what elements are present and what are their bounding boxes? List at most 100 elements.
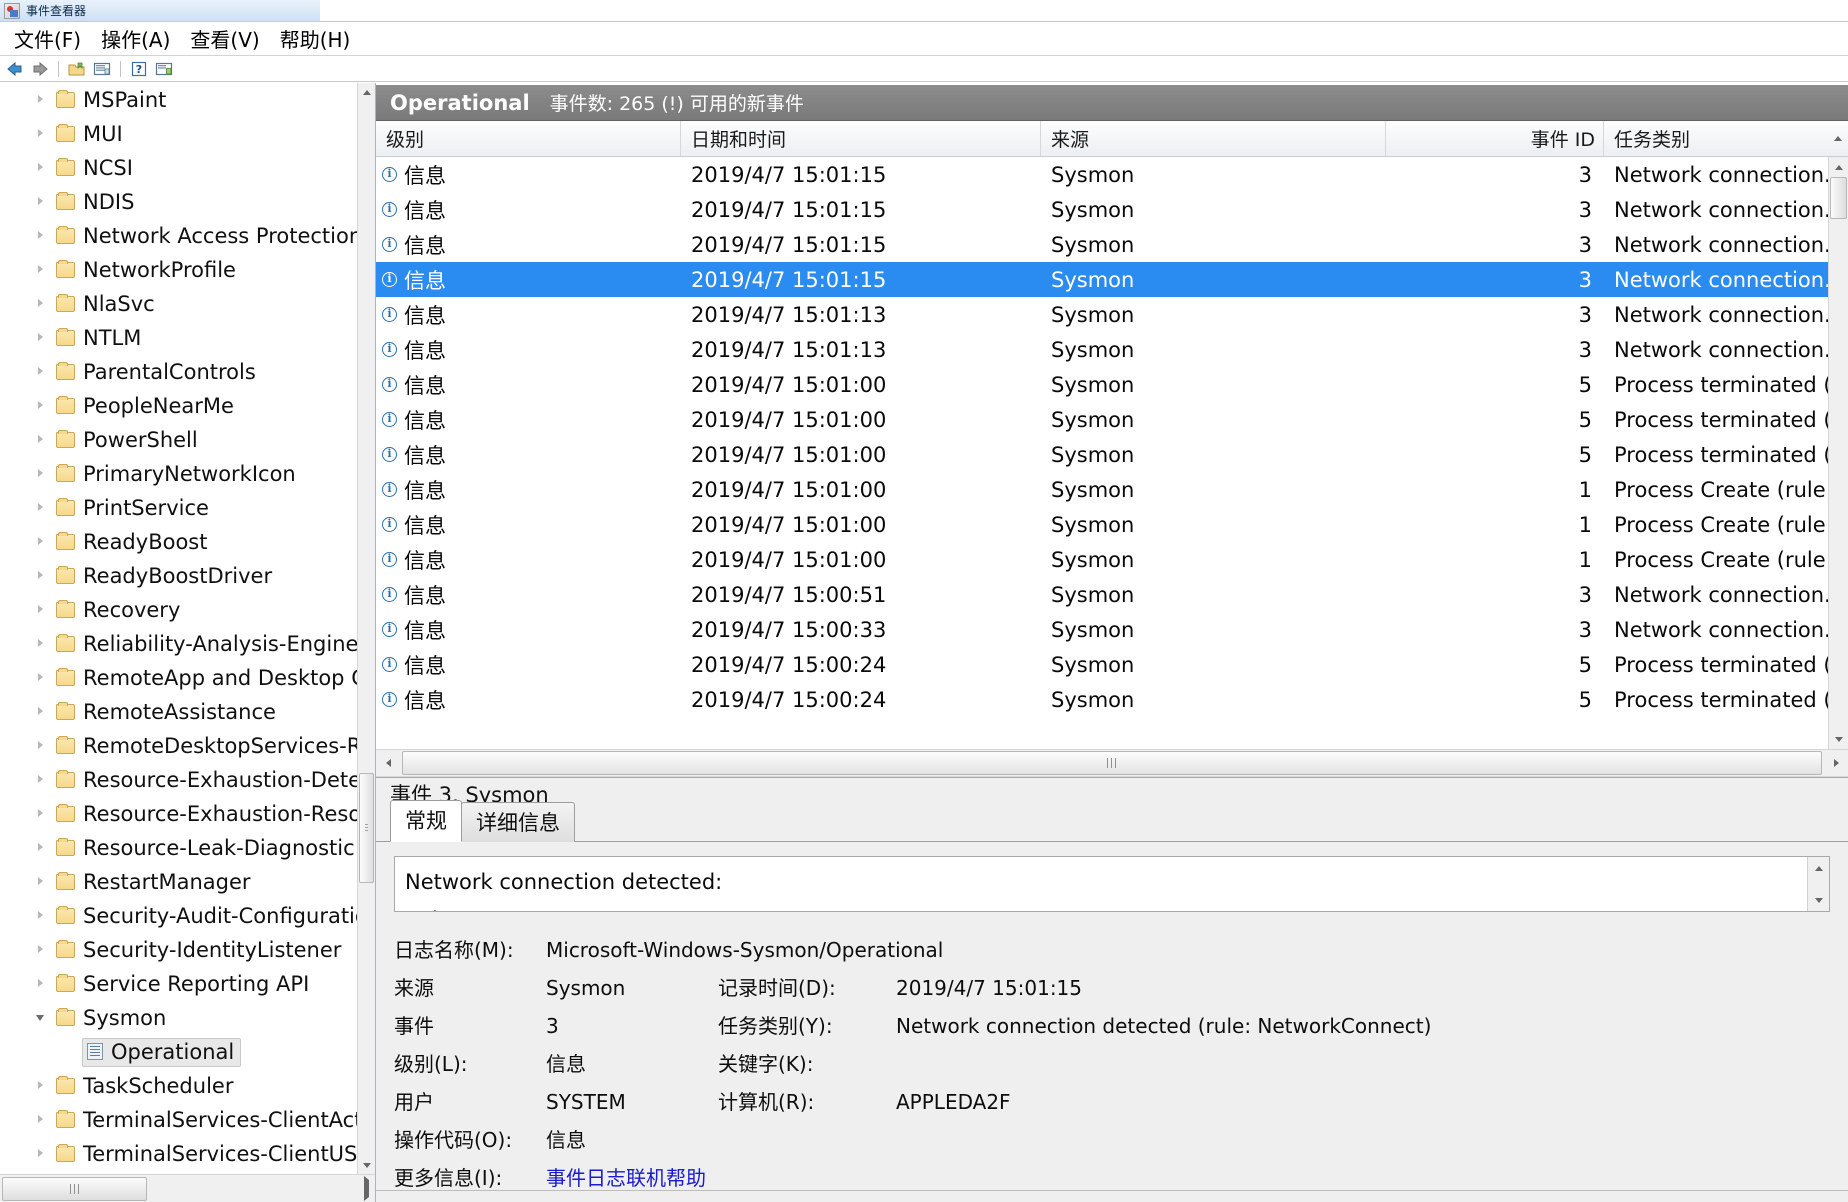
- table-row[interactable]: i 信息 2019/4/7 15:00:24 Sysmon 5 Process termi…: [376, 682, 1828, 717]
- tree-item-powershell[interactable]: PowerShell: [0, 423, 357, 457]
- tree-item-primarynetworkicon[interactable]: PrimaryNetworkIcon: [0, 457, 357, 491]
- chevron-right-icon[interactable]: [34, 976, 50, 992]
- message-scroll-down-button[interactable]: [1808, 889, 1829, 911]
- tree-item-resource-exhaustion-detector[interactable]: Resource-Exhaustion-Detector: [0, 763, 357, 797]
- tree-item-mui[interactable]: MUI: [0, 117, 357, 151]
- table-row[interactable]: i 信息 2019/4/7 15:00:24 Sysmon 5 Process termi…: [376, 647, 1828, 682]
- column-header-level[interactable]: 级别: [376, 121, 681, 156]
- table-row[interactable]: i 信息 2019/4/7 15:01:15 Sysmon 3 Network conne…: [376, 157, 1828, 192]
- menu-view[interactable]: 查看(V): [180, 22, 269, 55]
- chevron-right-icon[interactable]: [34, 1078, 50, 1094]
- chevron-right-icon[interactable]: [34, 126, 50, 142]
- tree-item-taskscheduler[interactable]: TaskScheduler: [0, 1069, 357, 1103]
- chevron-right-icon[interactable]: [34, 432, 50, 448]
- list-scroll-right-button[interactable]: [1824, 759, 1848, 767]
- table-row[interactable]: i 信息 2019/4/7 15:00:51 Sysmon 3 Network conne…: [376, 577, 1828, 612]
- table-row[interactable]: i 信息 2019/4/7 15:01:00 Sysmon 5 Process termi…: [376, 402, 1828, 437]
- chevron-right-icon[interactable]: [34, 194, 50, 210]
- table-row[interactable]: i 信息 2019/4/7 15:01:13 Sysmon 3 Network conne…: [376, 297, 1828, 332]
- tree-item-mspaint[interactable]: MSPaint: [0, 83, 357, 117]
- column-header-source[interactable]: 来源: [1041, 121, 1386, 156]
- chevron-right-icon[interactable]: [34, 840, 50, 856]
- chevron-right-icon[interactable]: [34, 262, 50, 278]
- table-row[interactable]: i 信息 2019/4/7 15:01:15 Sysmon 3 Network conne…: [376, 192, 1828, 227]
- tree-vertical-scroll-thumb[interactable]: [359, 773, 374, 883]
- table-row[interactable]: i 信息 2019/4/7 15:01:13 Sysmon 3 Network conne…: [376, 332, 1828, 367]
- menu-help[interactable]: 帮助(H): [270, 22, 361, 55]
- menu-file[interactable]: 文件(F): [4, 22, 91, 55]
- list-scroll-up-button[interactable]: [1829, 157, 1848, 177]
- table-row[interactable]: i 信息 2019/4/7 15:01:00 Sysmon 1 Process Creat…: [376, 472, 1828, 507]
- tree-horizontal-scrollbar[interactable]: [0, 1174, 375, 1202]
- show-hide-action-pane-button[interactable]: [153, 59, 175, 79]
- tree-item-parentalcontrols[interactable]: ParentalControls: [0, 355, 357, 389]
- chevron-right-icon[interactable]: [34, 398, 50, 414]
- table-row[interactable]: i 信息 2019/4/7 15:01:00 Sysmon 5 Process termi…: [376, 437, 1828, 472]
- column-header-datetime[interactable]: 日期和时间: [681, 121, 1041, 156]
- chevron-right-icon[interactable]: [34, 160, 50, 176]
- tree-horizontal-scroll-thumb[interactable]: [2, 1176, 147, 1201]
- menu-action[interactable]: 操作(A): [91, 22, 180, 55]
- tree-item-security-audit-configuration-client[interactable]: Security-Audit-Configuration-Client: [0, 899, 357, 933]
- tree-item-service-reporting-api[interactable]: Service Reporting API: [0, 967, 357, 1001]
- chevron-right-icon[interactable]: [34, 1146, 50, 1162]
- tree-item-remoteapp-and-desktop-connections[interactable]: RemoteApp and Desktop Connections: [0, 661, 357, 695]
- table-row[interactable]: i 信息 2019/4/7 15:00:33 Sysmon 3 Network conne…: [376, 612, 1828, 647]
- chevron-right-icon[interactable]: [34, 670, 50, 686]
- tree-item-networkprofile[interactable]: NetworkProfile: [0, 253, 357, 287]
- chevron-right-icon[interactable]: [34, 602, 50, 618]
- event-message-box[interactable]: Network connection detected: RuleName:: [394, 856, 1830, 912]
- list-horizontal-scroll-thumb[interactable]: [402, 751, 1822, 775]
- tree-item-nlasvc[interactable]: NlaSvc: [0, 287, 357, 321]
- chevron-right-icon[interactable]: [34, 942, 50, 958]
- table-row[interactable]: i 信息 2019/4/7 15:01:00 Sysmon 1 Process Creat…: [376, 507, 1828, 542]
- tree-item-terminalservices-clientusbdevices[interactable]: TerminalServices-ClientUSBDevices: [0, 1137, 357, 1171]
- tree-item-printservice[interactable]: PrintService: [0, 491, 357, 525]
- message-scroll-up-button[interactable]: [1808, 857, 1829, 879]
- tree-item-resource-leak-diagnostic[interactable]: Resource-Leak-Diagnostic: [0, 831, 357, 865]
- tree-scroll-down-button[interactable]: [358, 1156, 375, 1174]
- column-header-task-category[interactable]: 任务类别: [1604, 121, 1828, 156]
- event-log-online-help-link[interactable]: 事件日志联机帮助: [546, 1162, 706, 1188]
- chevron-right-icon[interactable]: [34, 636, 50, 652]
- tree-item-recovery[interactable]: Recovery: [0, 593, 357, 627]
- column-header-event-id[interactable]: 事件 ID: [1386, 121, 1604, 156]
- back-button[interactable]: [4, 59, 26, 79]
- help-button[interactable]: ?: [128, 59, 150, 79]
- tree-item-readyboostdriver[interactable]: ReadyBoostDriver: [0, 559, 357, 593]
- tree-item-network-access-protection[interactable]: Network Access Protection: [0, 219, 357, 253]
- list-horizontal-scrollbar[interactable]: [376, 749, 1848, 777]
- tree-item-operational[interactable]: Operational: [0, 1035, 357, 1069]
- tree-item-peoplenearme[interactable]: PeopleNearMe: [0, 389, 357, 423]
- table-row[interactable]: i 信息 2019/4/7 15:01:15 Sysmon 3 Network conne…: [376, 262, 1828, 297]
- event-rows-container[interactable]: i 信息 2019/4/7 15:01:15 Sysmon 3 Network conne…: [376, 157, 1828, 749]
- chevron-right-icon[interactable]: [34, 92, 50, 108]
- chevron-right-icon[interactable]: [34, 534, 50, 550]
- tree-item-security-identitylistener[interactable]: Security-IdentityListener: [0, 933, 357, 967]
- chevron-right-icon[interactable]: [34, 296, 50, 312]
- chevron-right-icon[interactable]: [34, 330, 50, 346]
- list-vertical-scrollbar[interactable]: [1828, 157, 1848, 749]
- message-vertical-scrollbar[interactable]: [1807, 857, 1829, 911]
- forward-button[interactable]: [29, 59, 51, 79]
- console-tree[interactable]: MSPaint MUI NCSI NDIS Network Access Protect…: [0, 83, 357, 1174]
- chevron-right-icon[interactable]: [34, 568, 50, 584]
- chevron-right-icon[interactable]: [34, 466, 50, 482]
- tree-item-reliability-analysis-engine[interactable]: Reliability-Analysis-Engine: [0, 627, 357, 661]
- tree-item-ntlm[interactable]: NTLM: [0, 321, 357, 355]
- table-row[interactable]: i 信息 2019/4/7 15:01:00 Sysmon 1 Process Creat…: [376, 542, 1828, 577]
- chevron-right-icon[interactable]: [34, 1112, 50, 1128]
- tree-scroll-up-button[interactable]: [358, 83, 375, 101]
- tree-item-resource-exhaustion-resolver[interactable]: Resource-Exhaustion-Resolver: [0, 797, 357, 831]
- tree-item-remoteassistance[interactable]: RemoteAssistance: [0, 695, 357, 729]
- tree-scroll-right-button[interactable]: [364, 1175, 369, 1201]
- chevron-right-icon[interactable]: [34, 228, 50, 244]
- tree-item-remotedesktopservices-rdpcorets[interactable]: RemoteDesktopServices-RdpCoreTS: [0, 729, 357, 763]
- tab-details[interactable]: 详细信息: [461, 802, 575, 842]
- table-row[interactable]: i 信息 2019/4/7 15:01:15 Sysmon 3 Network conne…: [376, 227, 1828, 262]
- chevron-right-icon[interactable]: [34, 806, 50, 822]
- chevron-right-icon[interactable]: [34, 908, 50, 924]
- chevron-right-icon[interactable]: [34, 738, 50, 754]
- chevron-right-icon[interactable]: [34, 704, 50, 720]
- chevron-down-icon[interactable]: [34, 1010, 50, 1026]
